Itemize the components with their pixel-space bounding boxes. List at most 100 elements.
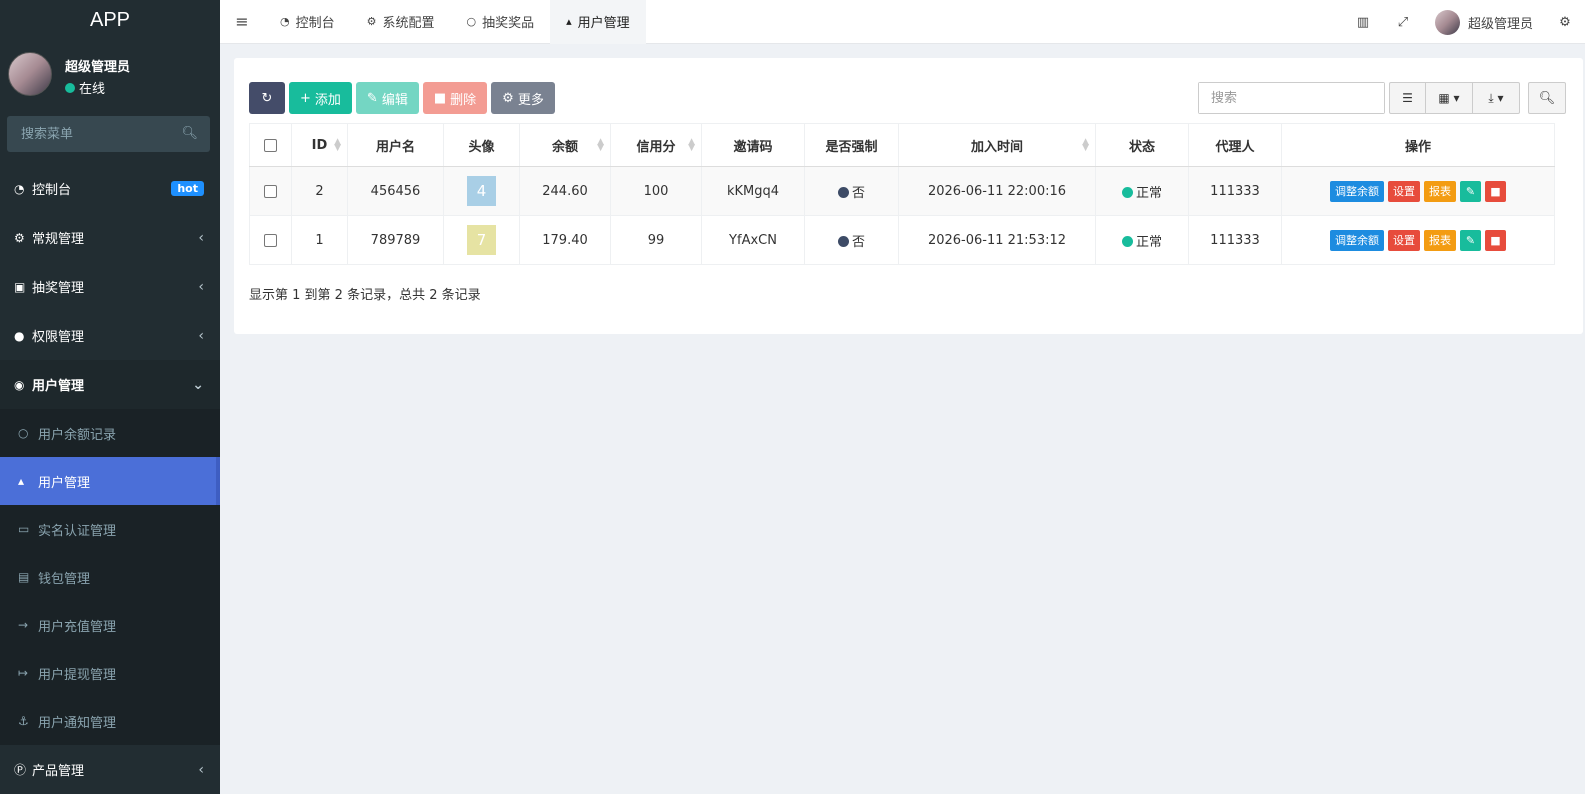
toggle-view-button[interactable]: ☰ (1389, 82, 1426, 114)
refresh-button[interactable]: ↻ (249, 82, 285, 114)
sidebar-item-product[interactable]: Ⓟ 产品管理 ‹ (0, 745, 220, 794)
chevron-left-icon: ‹ (198, 229, 204, 246)
gears-icon[interactable]: ⚙ (1545, 15, 1585, 30)
row-select-cell (249, 215, 292, 265)
avatar[interactable]: 4 (467, 176, 496, 206)
table-row[interactable]: 2 456456 4 244.60 100 kKMgq4 否 2026-06-1… (249, 166, 1555, 216)
sidebar-item-wallet[interactable]: ▤ 钱包管理 (0, 553, 220, 601)
more-label: 更多 (517, 92, 544, 108)
col-credit[interactable]: 信用分 ▲ ▼ (610, 123, 702, 167)
more-button[interactable]: ⚙ 更多 (491, 82, 555, 114)
col-label: ID (311, 137, 328, 153)
report-button[interactable]: 报表 (1424, 229, 1456, 251)
settings-button[interactable]: 设置 (1388, 180, 1420, 202)
search-icon[interactable]: 🔍︎ (181, 126, 198, 141)
menu-toggle-icon[interactable]: ≡ (220, 12, 264, 31)
sidebar: APP 超级管理员 在线 🔍︎ ◔ 控制台 hot ⚙ 常规管理 ‹ ▣ 抽奖管… (0, 0, 220, 794)
sidebar-item-lottery[interactable]: ▣ 抽奖管理 ‹ (0, 262, 220, 311)
row-select-cell (249, 166, 292, 216)
delete-label: 删除 (450, 92, 477, 108)
cell-avatar: 7 (443, 215, 520, 265)
menu-search-input[interactable] (7, 116, 210, 152)
forced-label: 否 (851, 234, 865, 250)
sidebar-item-permission[interactable]: ● 权限管理 ‹ (0, 311, 220, 360)
gift-icon: ▣ (14, 279, 26, 294)
tab-system-config[interactable]: ⚙ 系统配置 (351, 0, 451, 44)
sidebar-item-label: 用户余额记录 (38, 427, 117, 443)
col-id[interactable]: ID ▲ ▼ (291, 123, 348, 167)
header-user-name: 超级管理员 (1467, 16, 1533, 32)
app-logo[interactable]: APP (0, 0, 220, 44)
table-row[interactable]: 1 789789 7 179.40 99 YfAxCN 否 2026-06-11… (249, 215, 1555, 265)
advanced-search-button[interactable]: 🔍︎ (1528, 82, 1566, 114)
sidebar-item-balance-log[interactable]: ○ 用户余额记录 (0, 409, 220, 457)
sidebar-item-user-mgmt[interactable]: ▴ 用户管理 (0, 457, 220, 505)
row-checkbox[interactable] (264, 184, 277, 198)
table-search-input[interactable] (1199, 83, 1384, 113)
settings-button[interactable]: 设置 (1388, 229, 1420, 251)
col-avatar: 头像 (443, 123, 520, 167)
edit-row-button[interactable]: ✎ (1460, 229, 1481, 251)
add-button[interactable]: + 添加 (289, 82, 352, 114)
col-balance[interactable]: 余额 ▲ ▼ (519, 123, 611, 167)
edit-button[interactable]: ✎ 编辑 (355, 82, 419, 114)
cell-joined: 2026-06-11 21:53:12 (898, 215, 1096, 265)
users-icon: ● (14, 328, 25, 343)
sidebar-item-recharge[interactable]: → 用户充值管理 (0, 601, 220, 649)
sidebar-item-dashboard[interactable]: ◔ 控制台 hot (0, 164, 220, 213)
col-joined[interactable]: 加入时间 ▲ ▼ (898, 123, 1096, 167)
circle-icon: ○ (466, 15, 477, 28)
tab-label: 控制台 (295, 16, 335, 31)
tab-lottery-prizes[interactable]: ○ 抽奖奖品 (451, 0, 551, 44)
col-forced: 是否强制 (804, 123, 899, 167)
user-table: ID ▲ ▼ 用户名 头像 余额 ▲ ▼ 信用分 ▲ ▼ 邀请码 是否强制 加入时间 ▲ ▼ 状… (249, 123, 1555, 265)
status-label: 正常 (1135, 185, 1162, 201)
cell-avatar: 4 (443, 166, 520, 216)
id-card-icon: ▭ (18, 522, 30, 536)
tab-dashboard[interactable]: ◔ 控制台 (264, 0, 351, 44)
cell-id: 1 (291, 215, 348, 265)
trash-icon: ■ (1490, 233, 1501, 247)
cell-credit: 99 (610, 215, 702, 265)
tab-user-management[interactable]: ▴ 用户管理 (550, 0, 646, 44)
col-username: 用户名 (347, 123, 444, 167)
sidebar-item-label: 用户提现管理 (38, 667, 117, 683)
avatar (1434, 9, 1460, 35)
row-checkbox[interactable] (264, 233, 277, 247)
delete-row-button[interactable]: ■ (1485, 180, 1506, 202)
money-icon: ▤ (18, 570, 30, 584)
col-label: 代理人 (1215, 139, 1255, 155)
sidebar-item-notify[interactable]: ⚓︎ 用户通知管理 (0, 697, 220, 745)
translate-icon[interactable]: ▥ (1343, 15, 1383, 30)
avatar[interactable]: 7 (467, 225, 496, 255)
sidebar-item-label: 用户充值管理 (38, 619, 117, 635)
tab-label: 用户管理 (577, 16, 630, 31)
user-status-label: 在线 (79, 82, 106, 97)
user-icon: ▴ (566, 15, 572, 28)
report-button[interactable]: 报表 (1424, 180, 1456, 202)
sidebar-item-label: 权限管理 (32, 330, 85, 345)
edit-row-button[interactable]: ✎ (1460, 180, 1481, 202)
delete-button[interactable]: ■ 删除 (422, 82, 488, 114)
pencil-icon: ✎ (1465, 233, 1476, 247)
cell-status[interactable]: 正常 (1095, 166, 1189, 216)
delete-row-button[interactable]: ■ (1485, 229, 1506, 251)
header-user[interactable]: 超级管理员 (1423, 9, 1545, 35)
table-tools: ☰ ▦ ▾ ⤓ ▾ (1389, 82, 1520, 114)
sidebar-item-withdraw[interactable]: ↦ 用户提现管理 (0, 649, 220, 697)
export-button[interactable]: ⤓ ▾ (1472, 82, 1520, 114)
select-all-checkbox[interactable] (264, 138, 277, 152)
sidebar-item-realname[interactable]: ▭ 实名认证管理 (0, 505, 220, 553)
user-status: 在线 (65, 78, 105, 97)
adjust-balance-button[interactable]: 调整余额 (1330, 229, 1384, 251)
anchor-icon: ⚓︎ (18, 714, 29, 728)
columns-button[interactable]: ▦ ▾ (1425, 82, 1473, 114)
sidebar-item-general[interactable]: ⚙ 常规管理 ‹ (0, 213, 220, 262)
cell-username: 456456 (347, 166, 444, 216)
cell-status[interactable]: 正常 (1095, 215, 1189, 265)
tab-label: 系统配置 (382, 16, 435, 31)
cell-username: 789789 (347, 215, 444, 265)
sidebar-item-users[interactable]: ◉ 用户管理 ⌄ (0, 360, 220, 409)
adjust-balance-button[interactable]: 调整余额 (1330, 180, 1384, 202)
fullscreen-icon[interactable]: ⤢ (1383, 15, 1423, 30)
